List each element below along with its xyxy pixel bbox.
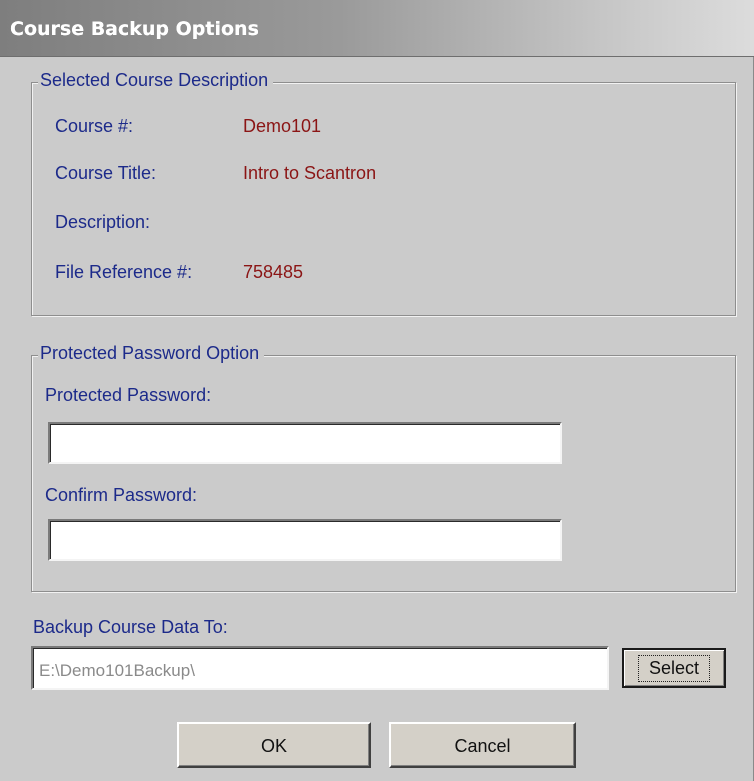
- ok-button[interactable]: OK: [177, 722, 371, 768]
- backup-destination-label: Backup Course Data To:: [33, 617, 228, 637]
- course-number-label: Course #:: [55, 116, 134, 136]
- confirm-password-input[interactable]: [48, 519, 562, 561]
- backup-path-input[interactable]: [31, 646, 609, 690]
- course-number-value: Demo101: [243, 116, 322, 136]
- protected-password-input[interactable]: [48, 422, 562, 464]
- course-title-label: Course Title:: [55, 163, 157, 183]
- confirm-password-label: Confirm Password:: [45, 485, 198, 505]
- title-bar[interactable]: Course Backup Options: [0, 0, 754, 57]
- course-backup-dialog: Course Backup Options Selected Course De…: [0, 0, 754, 781]
- cancel-button[interactable]: Cancel: [389, 722, 576, 768]
- ok-button-label: OK: [260, 736, 287, 756]
- password-option-legend: Protected Password Option: [38, 343, 265, 364]
- course-title-value: Intro to Scantron: [243, 163, 377, 183]
- window-title: Course Backup Options: [10, 18, 259, 40]
- course-description-legend: Selected Course Description: [38, 70, 274, 91]
- select-folder-button-label: Select: [637, 655, 711, 682]
- select-folder-button[interactable]: Select: [622, 648, 726, 688]
- description-label: Description:: [55, 212, 151, 232]
- file-reference-label: File Reference #:: [55, 262, 193, 282]
- cancel-button-label: Cancel: [454, 736, 511, 756]
- protected-password-label: Protected Password:: [45, 385, 212, 405]
- file-reference-value: 758485: [243, 262, 304, 282]
